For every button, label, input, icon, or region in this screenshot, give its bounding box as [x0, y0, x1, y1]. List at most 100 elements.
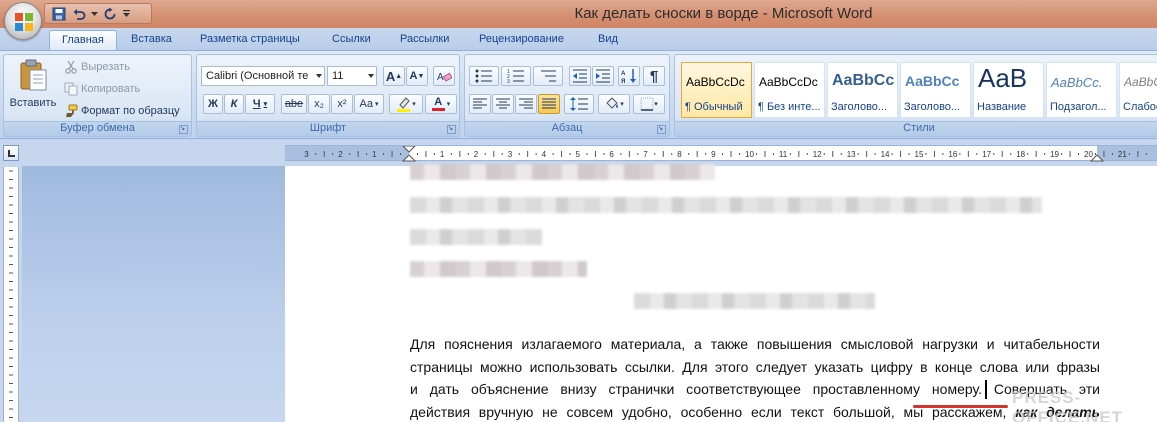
font-group-label: Шрифт: [197, 121, 459, 136]
style-heading-1[interactable]: AaBbCc Заголово...: [827, 62, 898, 118]
style-title[interactable]: AaB Название: [973, 62, 1044, 118]
clipboard-launcher-icon[interactable]: ↘: [179, 125, 188, 134]
paragraph-line: Для пояснения излагаемого материала, а т…: [410, 336, 1100, 352]
sort-icon: AЯ: [621, 69, 636, 84]
paragraph-group: 123 AЯ ¶ ▾ ▾ Абзац ↘: [464, 54, 670, 137]
format-painter-icon: [66, 104, 78, 117]
shrink-font-button[interactable]: A ▼: [406, 66, 428, 86]
ruler-number: 3: [508, 150, 513, 159]
underline-button[interactable]: Ч ▾: [245, 94, 275, 114]
blurred-heading: [634, 293, 875, 309]
italic-button[interactable]: К: [224, 94, 244, 114]
subscript-button[interactable]: x₂: [308, 94, 330, 114]
window-title: Как делать сноски в ворде - Microsoft Wo…: [574, 5, 873, 22]
ruler-number: 17: [982, 150, 991, 159]
blurred-text-line: [410, 164, 715, 180]
tab-insert[interactable]: Вставка: [119, 30, 184, 50]
style-no-spacing-sample: AaBbCcDc: [759, 75, 818, 89]
line-spacing-button[interactable]: [564, 94, 594, 114]
ruler-row: 3 2 1 1 2 3 4 5 6 7 8 9 10 11 12 13 14 15 16 17 18 19 20 21: [0, 140, 1157, 166]
copy-label: Копировать: [81, 83, 141, 95]
ruler-number: 1: [440, 150, 445, 159]
style-heading-2[interactable]: AaBbCc Заголово...: [900, 62, 971, 118]
paragraph-line: страницы можно использовать ссылки. Для …: [410, 358, 1100, 375]
ruler-number: 6: [609, 150, 614, 159]
tab-selector-icon[interactable]: [3, 145, 19, 161]
font-color-button[interactable]: A ▾: [425, 94, 457, 114]
horizontal-ruler[interactable]: 3 2 1 1 2 3 4 5 6 7 8 9 10 11 12 13 14 15 16 17 18 19 20 21: [285, 145, 1157, 162]
align-right-icon: [519, 98, 533, 109]
shading-button[interactable]: ▾: [598, 94, 630, 114]
ruler-number: 4: [542, 150, 547, 159]
justify-icon: [542, 98, 556, 109]
ruler-number: 21: [1118, 150, 1127, 159]
borders-icon: [640, 97, 654, 111]
borders-button[interactable]: ▾: [633, 94, 665, 114]
ruler-number: 16: [948, 150, 957, 159]
increase-indent-button[interactable]: [592, 66, 614, 86]
strikethrough-button[interactable]: abe: [281, 94, 307, 114]
ruler-number: 14: [881, 150, 890, 159]
title-bar: Как делать сноски в ворде - Microsoft Wo…: [0, 0, 1157, 28]
grow-font-button[interactable]: A ▲: [383, 66, 405, 86]
style-subtle-emphasis-sample: AaBbCcL: [1124, 75, 1157, 89]
change-case-button[interactable]: Aa ▾: [354, 94, 384, 114]
align-left-button[interactable]: [469, 94, 491, 114]
red-underline-mark: [913, 405, 1008, 408]
bold-button[interactable]: Ж: [203, 94, 223, 114]
style-no-spacing-name: ¶ Без инте...: [758, 101, 821, 113]
vertical-ruler[interactable]: [3, 167, 19, 422]
paste-button[interactable]: Вставить: [8, 58, 58, 116]
font-launcher-icon[interactable]: ↘: [447, 125, 456, 134]
office-button[interactable]: [4, 2, 42, 40]
copy-button[interactable]: Копировать: [64, 82, 140, 96]
clipboard-group: Вставить Вырезать Копировать Формат по о…: [3, 54, 192, 137]
superscript-button[interactable]: x²: [331, 94, 353, 114]
paragraph-launcher-icon[interactable]: ↘: [657, 125, 666, 134]
style-no-spacing[interactable]: AaBbCcDc ¶ Без инте...: [754, 62, 825, 118]
horizontal-ruler-ticks: 3 2 1 1 2 3 4 5 6 7 8 9 10 11 12 13 14 15 16 17 18 19 20 21: [304, 146, 1147, 162]
tab-view[interactable]: Вид: [586, 30, 630, 50]
ruler-number: 15: [915, 150, 924, 159]
justify-button[interactable]: [538, 94, 560, 114]
tab-references[interactable]: Ссылки: [320, 30, 383, 50]
align-center-button[interactable]: [492, 94, 514, 114]
ribbon-tabs: Главная Вставка Разметка страницы Ссылки…: [0, 28, 1157, 50]
decrease-indent-button[interactable]: [569, 66, 591, 86]
paste-icon: [20, 59, 47, 91]
format-painter-button[interactable]: Формат по образцу: [64, 104, 180, 118]
show-formatting-marks-button[interactable]: ¶: [643, 66, 665, 86]
style-heading-1-sample: AaBbCc: [832, 72, 895, 89]
ruler-number: 20: [1084, 150, 1093, 159]
clear-formatting-button[interactable]: A: [433, 66, 455, 86]
ruler-number: 5: [576, 150, 581, 159]
document-body[interactable]: Для пояснения излагаемого материала, а т…: [410, 333, 1100, 422]
style-subtle-emphasis[interactable]: AaBbCcL Слабое: [1119, 62, 1157, 118]
sort-button[interactable]: AЯ: [618, 66, 640, 86]
multilevel-list-button[interactable]: [533, 66, 563, 86]
tab-home[interactable]: Главная: [49, 30, 117, 50]
styles-group: AaBbCcDc ¶ Обычный AaBbCcDc ¶ Без инте..…: [674, 54, 1157, 137]
tab-page-layout[interactable]: Разметка страницы: [188, 30, 312, 50]
bullets-icon: [475, 69, 492, 83]
font-size-combo[interactable]: 11: [327, 66, 377, 86]
multilevel-list-icon: [541, 70, 556, 82]
style-heading-2-name: Заголово...: [904, 101, 961, 113]
style-subtitle-sample: AaBbCc.: [1051, 75, 1103, 90]
svg-text:Я: Я: [621, 79, 625, 84]
ruler-number: 1: [372, 150, 377, 159]
ruler-number: 3: [304, 150, 309, 159]
tab-review[interactable]: Рецензирование: [467, 30, 576, 50]
bullets-button[interactable]: [469, 66, 499, 86]
font-name-combo[interactable]: Calibri (Основной те: [201, 66, 325, 86]
tab-mailings[interactable]: Рассылки: [388, 30, 461, 50]
align-right-button[interactable]: [515, 94, 537, 114]
ruler-number: 9: [711, 150, 716, 159]
style-normal[interactable]: AaBbCcDc ¶ Обычный: [681, 62, 752, 118]
align-center-icon: [496, 98, 510, 109]
cut-button[interactable]: Вырезать: [64, 60, 130, 74]
numbering-button[interactable]: 123: [501, 66, 531, 86]
ribbon: Вставить Вырезать Копировать Формат по о…: [0, 50, 1157, 139]
highlight-color-button[interactable]: ▾: [389, 94, 423, 114]
style-subtitle[interactable]: AaBbCc. Подзагол...: [1046, 62, 1117, 118]
